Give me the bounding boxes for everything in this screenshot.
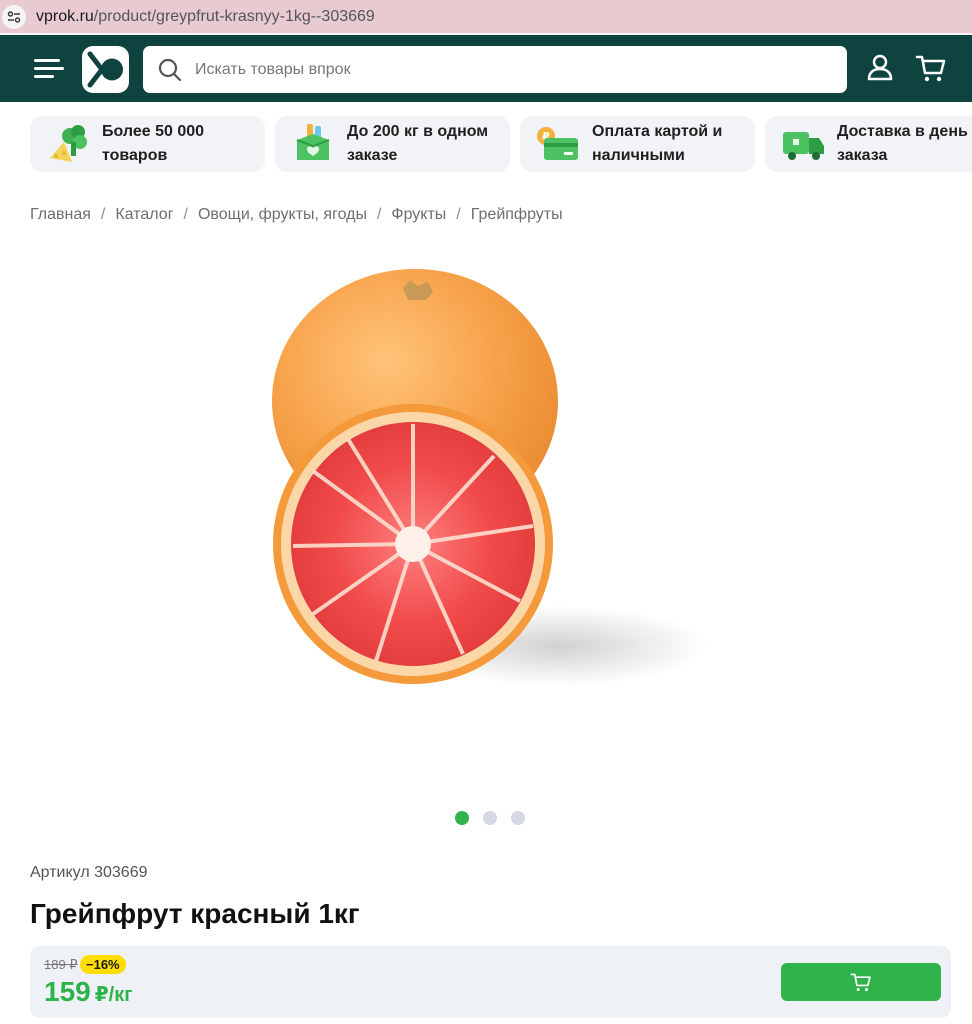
grocery-box-icon bbox=[296, 124, 330, 160]
current-price: 159 ₽/кг bbox=[44, 976, 133, 1008]
product-title: Грейпфрут красный 1кг bbox=[30, 898, 360, 929]
breadcrumb: Главная / Каталог / Овощи, фрукты, ягоды / … bbox=[30, 206, 563, 224]
delivery-truck-icon bbox=[783, 132, 824, 160]
feature-card-assortment: Более 50 000 товаров bbox=[30, 116, 265, 172]
url-path: /product/greypfrut-krasnyy-1kg--303669 bbox=[93, 7, 375, 25]
feature-text-line2: товаров bbox=[102, 147, 168, 164]
browser-address-bar[interactable]: vprok.ru/product/greypfrut-krasnyy-1kg--… bbox=[0, 0, 972, 33]
feature-text-line1: Доставка в день bbox=[837, 123, 968, 140]
old-price: 189 ₽ bbox=[44, 957, 78, 972]
payment-card-icon: ₽ bbox=[537, 127, 578, 160]
cart-icon[interactable] bbox=[915, 52, 947, 84]
url-text[interactable]: vprok.ru/product/greypfrut-krasnyy-1kg--… bbox=[36, 8, 375, 26]
price-value: 159 bbox=[44, 976, 91, 1007]
breadcrumb-catalog[interactable]: Каталог bbox=[115, 206, 173, 224]
search-bar bbox=[143, 46, 847, 93]
feature-card-delivery: Доставка в день заказа bbox=[765, 116, 972, 172]
vegetables-icon bbox=[50, 125, 87, 162]
breadcrumb-fruits[interactable]: Фрукты bbox=[391, 206, 446, 224]
search-input[interactable] bbox=[195, 60, 795, 79]
gallery-dot-2[interactable] bbox=[483, 811, 497, 825]
breadcrumb-home[interactable]: Главная bbox=[30, 206, 91, 224]
add-to-cart-button[interactable] bbox=[781, 963, 941, 1001]
breadcrumb-vegetables-fruits[interactable]: Овощи, фрукты, ягоды bbox=[198, 206, 367, 224]
breadcrumb-separator: / bbox=[456, 206, 461, 223]
feature-text-line1: Оплата картой и bbox=[592, 123, 723, 140]
search-icon[interactable] bbox=[157, 57, 183, 83]
feature-text-line1: До 200 кг в одном bbox=[347, 123, 489, 140]
price-unit: ₽/кг bbox=[94, 984, 133, 1006]
gallery-pagination bbox=[455, 811, 525, 825]
menu-icon[interactable] bbox=[34, 55, 64, 81]
site-logo[interactable] bbox=[82, 46, 129, 93]
site-header bbox=[0, 35, 972, 102]
breadcrumb-grapefruits[interactable]: Грейпфруты bbox=[471, 206, 563, 224]
breadcrumb-separator: / bbox=[376, 206, 382, 223]
site-settings-icon[interactable] bbox=[2, 4, 26, 29]
breadcrumb-separator: / bbox=[183, 206, 188, 223]
url-host: vprok.ru bbox=[36, 7, 94, 25]
product-sku: Артикул 303669 bbox=[30, 864, 148, 881]
gallery-dot-1[interactable] bbox=[455, 811, 469, 825]
feature-card-payment: ₽ Оплата картой и наличными bbox=[520, 116, 755, 172]
feature-text-line1: Более 50 000 bbox=[102, 123, 205, 140]
product-image[interactable] bbox=[258, 256, 724, 764]
feature-cards: Более 50 000 товаров До 200 кг в одном зак… bbox=[30, 116, 972, 172]
feature-text-line2: заказа bbox=[837, 147, 888, 164]
feature-text-line2: заказе bbox=[347, 147, 398, 164]
breadcrumb-separator: / bbox=[100, 206, 106, 223]
gallery-dot-3[interactable] bbox=[511, 811, 525, 825]
price-box: 189 ₽ −16% 159 ₽/кг bbox=[30, 946, 951, 1018]
discount-badge: −16% bbox=[80, 955, 126, 974]
user-profile-icon[interactable] bbox=[864, 52, 896, 84]
cart-icon bbox=[850, 973, 871, 992]
feature-text-line2: наличными bbox=[592, 147, 685, 164]
feature-card-weight: До 200 кг в одном заказе bbox=[275, 116, 510, 172]
